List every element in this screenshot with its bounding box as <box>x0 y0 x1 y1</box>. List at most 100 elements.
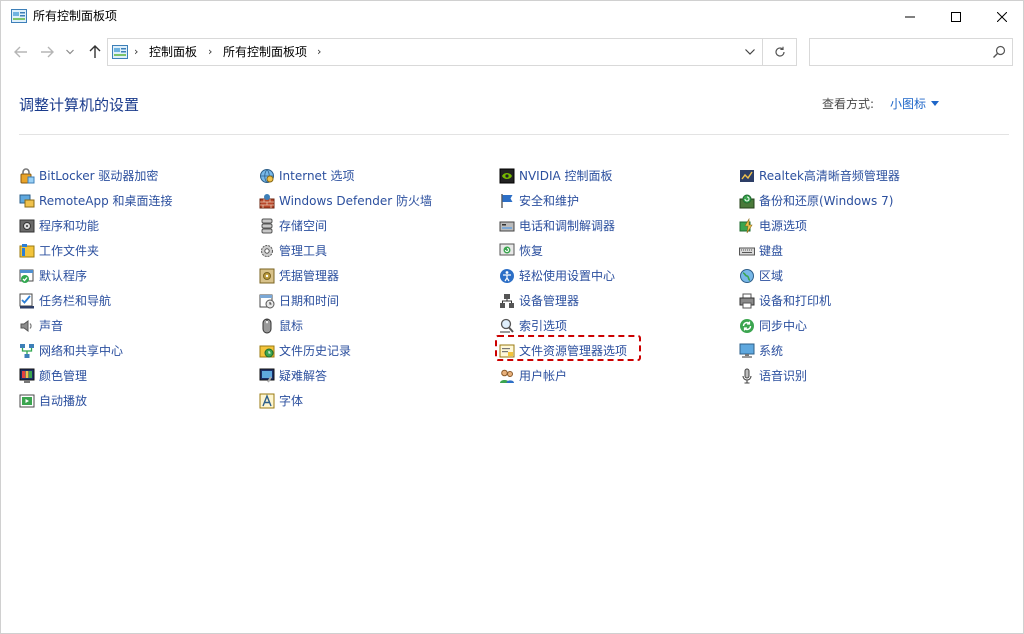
item-label: 工作文件夹 <box>39 243 100 258</box>
arrow-up-icon <box>89 45 101 58</box>
item-network[interactable]: 网络和共享中心 <box>19 338 173 363</box>
item-backup-restore[interactable]: 备份和还原(Windows 7) <box>739 188 900 213</box>
item-internet-options[interactable]: Internet 选项 <box>259 163 432 188</box>
forward-button[interactable] <box>37 41 57 63</box>
breadcrumb-control-panel[interactable]: 控制面板 <box>149 45 197 59</box>
item-label: Realtek高清晰音频管理器 <box>759 168 900 183</box>
close-button[interactable] <box>979 1 1024 32</box>
breadcrumb-all-items[interactable]: 所有控制面板项 <box>223 45 307 59</box>
backup-icon <box>739 194 755 208</box>
address-dropdown-button[interactable] <box>740 44 760 60</box>
item-credential-manager[interactable]: 凭据管理器 <box>259 263 432 288</box>
nvidia-icon <box>499 168 515 183</box>
back-button[interactable] <box>11 41 31 63</box>
minimize-button[interactable] <box>887 1 933 32</box>
item-region[interactable]: 区域 <box>739 263 900 288</box>
item-troubleshooting[interactable]: 疑难解答 <box>259 363 432 388</box>
fonts-icon <box>259 393 275 408</box>
item-label: 用户帐户 <box>519 368 568 383</box>
autoplay-icon <box>19 394 35 407</box>
up-button[interactable] <box>85 41 105 63</box>
item-label: 日期和时间 <box>279 293 340 308</box>
item-label: Internet 选项 <box>279 168 355 183</box>
item-storage[interactable]: 存储空间 <box>259 213 432 238</box>
item-label: 声音 <box>39 318 64 333</box>
item-label: 语音识别 <box>759 368 808 383</box>
item-color-management[interactable]: 颜色管理 <box>19 363 173 388</box>
view-by-dropdown[interactable]: 小图标 <box>890 97 926 111</box>
item-label: 系统 <box>759 343 784 358</box>
item-mouse[interactable]: 鼠标 <box>259 313 432 338</box>
sync-icon <box>740 318 754 333</box>
microphone-icon <box>742 368 752 384</box>
default-programs-icon <box>19 269 34 283</box>
item-label: 自动播放 <box>39 393 88 408</box>
item-security-maintenance[interactable]: 安全和维护 <box>499 188 627 213</box>
title-bar: 所有控制面板项 <box>1 1 1023 32</box>
item-keyboard[interactable]: 键盘 <box>739 238 900 263</box>
item-phone-modem[interactable]: 电话和调制解调器 <box>499 213 627 238</box>
refresh-button[interactable] <box>763 38 797 66</box>
breadcrumb-separator-icon[interactable]: › <box>208 45 212 58</box>
chevron-down-icon <box>745 49 755 55</box>
caret-down-icon[interactable] <box>931 101 939 106</box>
item-devices-printers[interactable]: 设备和打印机 <box>739 288 900 313</box>
search-input[interactable] <box>809 38 1013 66</box>
programs-icon <box>19 219 35 232</box>
items-column-1: BitLocker 驱动器加密 RemoteApp 和桌面连接 程序和功能 工作… <box>19 163 173 413</box>
item-label: 凭据管理器 <box>279 268 340 283</box>
item-label: 任务栏和导航 <box>39 293 112 308</box>
breadcrumb-separator-icon[interactable]: › <box>134 45 138 58</box>
item-nvidia[interactable]: NVIDIA 控制面板 <box>499 163 627 188</box>
item-sound[interactable]: 声音 <box>19 313 173 338</box>
item-label: 恢复 <box>519 243 544 258</box>
control-panel-icon <box>112 45 128 59</box>
item-label: Windows Defender 防火墙 <box>279 193 432 208</box>
refresh-icon <box>774 46 785 57</box>
item-label: 颜色管理 <box>39 368 88 383</box>
breadcrumb-separator-icon[interactable]: › <box>317 45 321 58</box>
item-date-time[interactable]: 日期和时间 <box>259 288 432 313</box>
chevron-down-icon <box>66 49 74 55</box>
item-sync-center[interactable]: 同步中心 <box>739 313 900 338</box>
item-autoplay[interactable]: 自动播放 <box>19 388 173 413</box>
minimize-icon <box>905 16 915 17</box>
item-label: BitLocker 驱动器加密 <box>39 168 159 183</box>
calendar-clock-icon <box>259 294 275 308</box>
maximize-button[interactable] <box>933 1 979 32</box>
item-label: 鼠标 <box>279 318 304 333</box>
item-user-accounts[interactable]: 用户帐户 <box>499 363 627 388</box>
troubleshoot-icon <box>259 368 275 383</box>
item-power-options[interactable]: 电源选项 <box>739 213 900 238</box>
item-device-manager[interactable]: 设备管理器 <box>499 288 627 313</box>
item-label: 区域 <box>759 268 784 283</box>
item-recovery[interactable]: 恢复 <box>499 238 627 263</box>
item-firewall[interactable]: Windows Defender 防火墙 <box>259 188 432 213</box>
ease-of-access-icon <box>500 268 514 283</box>
item-remoteapp[interactable]: RemoteApp 和桌面连接 <box>19 188 173 213</box>
item-label: 索引选项 <box>519 318 568 333</box>
item-taskbar[interactable]: 任务栏和导航 <box>19 288 173 313</box>
maximize-icon <box>951 11 961 22</box>
item-bitlocker[interactable]: BitLocker 驱动器加密 <box>19 163 173 188</box>
monitor-icon <box>739 343 755 358</box>
item-work-folders[interactable]: 工作文件夹 <box>19 238 173 263</box>
recent-locations-button[interactable] <box>63 41 77 63</box>
item-system[interactable]: 系统 <box>739 338 900 363</box>
item-speech-recognition[interactable]: 语音识别 <box>739 363 900 388</box>
item-label: 安全和维护 <box>519 193 580 208</box>
item-ease-of-access[interactable]: 轻松使用设置中心 <box>499 263 627 288</box>
indexing-icon <box>500 318 514 333</box>
address-bar[interactable]: › 控制面板 › 所有控制面板项 › <box>107 38 763 66</box>
item-programs[interactable]: 程序和功能 <box>19 213 173 238</box>
item-admin-tools[interactable]: 管理工具 <box>259 238 432 263</box>
item-realtek[interactable]: Realtek高清晰音频管理器 <box>739 163 900 188</box>
item-fonts[interactable]: 字体 <box>259 388 432 413</box>
item-label: 存储空间 <box>279 218 328 233</box>
recovery-icon <box>499 243 515 255</box>
item-file-history[interactable]: 文件历史记录 <box>259 338 432 363</box>
work-folders-icon <box>19 243 35 257</box>
network-icon <box>20 343 34 358</box>
item-default-programs[interactable]: 默认程序 <box>19 263 173 288</box>
items-column-2: Internet 选项 Windows Defender 防火墙 存储空间 管理… <box>259 163 432 413</box>
